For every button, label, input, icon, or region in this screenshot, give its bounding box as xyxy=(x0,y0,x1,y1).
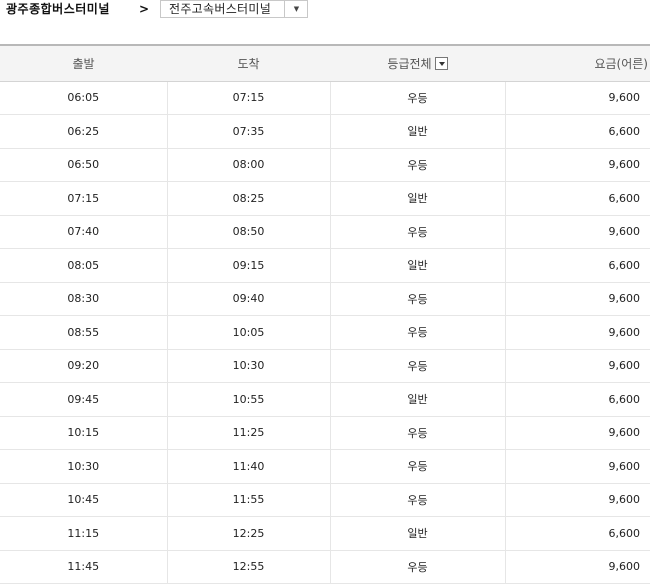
fare: 9,600 xyxy=(505,215,650,249)
departure-time: 10:45 xyxy=(0,483,168,517)
table-row: 11:15 12:25 일반 6,600 xyxy=(0,516,650,551)
destination-select[interactable]: 전주고속버스터미널 ▼ xyxy=(160,0,308,18)
header-grade-label: 등급전체 xyxy=(387,56,432,71)
departure-time: 07:15 xyxy=(0,181,168,216)
table-header-row: 출발 도착 등급전체 요금(어른) xyxy=(0,44,650,82)
fare: 6,600 xyxy=(505,516,650,551)
bus-grade: 일반 xyxy=(329,181,506,216)
table-row: 07:15 08:25 일반 6,600 xyxy=(0,181,650,216)
arrival-time: 12:55 xyxy=(167,550,330,584)
bus-grade: 일반 xyxy=(329,248,506,283)
arrival-time: 11:55 xyxy=(167,483,330,517)
departure-time: 09:45 xyxy=(0,382,168,417)
fare: 6,600 xyxy=(505,248,650,283)
bus-grade: 우등 xyxy=(329,215,506,249)
bus-grade: 우등 xyxy=(329,315,506,350)
fare: 9,600 xyxy=(505,282,650,316)
bus-grade: 일반 xyxy=(329,114,506,149)
departure-time: 06:25 xyxy=(0,114,168,149)
fare: 9,600 xyxy=(505,81,650,115)
arrival-time: 07:15 xyxy=(167,81,330,115)
bus-grade: 우등 xyxy=(329,148,506,182)
bus-grade: 우등 xyxy=(329,449,506,484)
bus-grade: 우등 xyxy=(329,81,506,115)
fare: 9,600 xyxy=(505,349,650,383)
table-row: 10:45 11:55 우등 9,600 xyxy=(0,483,650,517)
departure-time: 09:20 xyxy=(0,349,168,383)
header-arrival: 도착 xyxy=(167,44,330,82)
table-row: 09:45 10:55 일반 6,600 xyxy=(0,382,650,417)
fare: 9,600 xyxy=(505,148,650,182)
bus-grade: 우등 xyxy=(329,483,506,517)
table-row: 06:05 07:15 우등 9,600 xyxy=(0,81,650,115)
table-row: 08:05 09:15 일반 6,600 xyxy=(0,248,650,283)
departure-time: 11:15 xyxy=(0,516,168,551)
departure-time: 08:30 xyxy=(0,282,168,316)
bus-grade: 일반 xyxy=(329,382,506,417)
bus-grade: 우등 xyxy=(329,550,506,584)
table-row: 08:55 10:05 우등 9,600 xyxy=(0,315,650,350)
header-fare: 요금(어른) xyxy=(505,44,650,82)
departure-time: 06:50 xyxy=(0,148,168,182)
departure-time: 11:45 xyxy=(0,550,168,584)
table-row: 07:40 08:50 우등 9,600 xyxy=(0,215,650,249)
table-row: 10:15 11:25 우등 9,600 xyxy=(0,416,650,450)
departure-time: 08:05 xyxy=(0,248,168,283)
bus-grade: 우등 xyxy=(329,282,506,316)
arrival-time: 09:15 xyxy=(167,248,330,283)
arrival-time: 10:30 xyxy=(167,349,330,383)
arrival-time: 10:55 xyxy=(167,382,330,417)
table-row: 08:30 09:40 우등 9,600 xyxy=(0,282,650,316)
arrival-time: 07:35 xyxy=(167,114,330,149)
table-row: 06:25 07:35 일반 6,600 xyxy=(0,114,650,149)
arrival-time: 11:40 xyxy=(167,449,330,484)
fare: 6,600 xyxy=(505,114,650,149)
arrival-time: 08:25 xyxy=(167,181,330,216)
bus-timetable: 출발 도착 등급전체 요금(어른) 06:05 07:15 우등 9,600 06:2… xyxy=(0,44,650,584)
arrival-time: 08:00 xyxy=(167,148,330,182)
origin-terminal[interactable]: 광주종합버스터미널 xyxy=(6,0,110,18)
table-row: 09:20 10:30 우등 9,600 xyxy=(0,349,650,383)
header-departure: 출발 xyxy=(0,44,167,82)
fare: 9,600 xyxy=(505,315,650,350)
fare: 6,600 xyxy=(505,181,650,216)
route-selector: 광주종합버스터미널 > 전주고속버스터미널 ▼ xyxy=(0,0,650,36)
departure-time: 10:15 xyxy=(0,416,168,450)
caret-down-icon[interactable]: ▼ xyxy=(285,1,308,17)
fare: 9,600 xyxy=(505,550,650,584)
bus-grade: 우등 xyxy=(329,349,506,383)
arrival-time: 12:25 xyxy=(167,516,330,551)
departure-time: 10:30 xyxy=(0,449,168,484)
header-grade: 등급전체 xyxy=(330,44,505,82)
table-row: 10:30 11:40 우등 9,600 xyxy=(0,449,650,484)
route-arrow: > xyxy=(139,2,150,16)
arrival-time: 10:05 xyxy=(167,315,330,350)
fare: 6,600 xyxy=(505,382,650,417)
fare: 9,600 xyxy=(505,483,650,517)
arrival-time: 11:25 xyxy=(167,416,330,450)
fare: 9,600 xyxy=(505,449,650,484)
arrival-time: 09:40 xyxy=(167,282,330,316)
departure-time: 08:55 xyxy=(0,315,168,350)
fare: 9,600 xyxy=(505,416,650,450)
departure-time: 06:05 xyxy=(0,81,168,115)
destination-label: 전주고속버스터미널 xyxy=(169,2,272,16)
departure-time: 07:40 xyxy=(0,215,168,249)
table-row: 11:45 12:55 우등 9,600 xyxy=(0,550,650,584)
timetable-body: 06:05 07:15 우등 9,600 06:25 07:35 일반 6,600 06:5… xyxy=(0,81,650,584)
bus-grade: 우등 xyxy=(329,416,506,450)
arrival-time: 08:50 xyxy=(167,215,330,249)
table-row: 06:50 08:00 우등 9,600 xyxy=(0,148,650,182)
bus-grade: 일반 xyxy=(329,516,506,551)
filter-dropdown-icon[interactable] xyxy=(434,56,448,70)
